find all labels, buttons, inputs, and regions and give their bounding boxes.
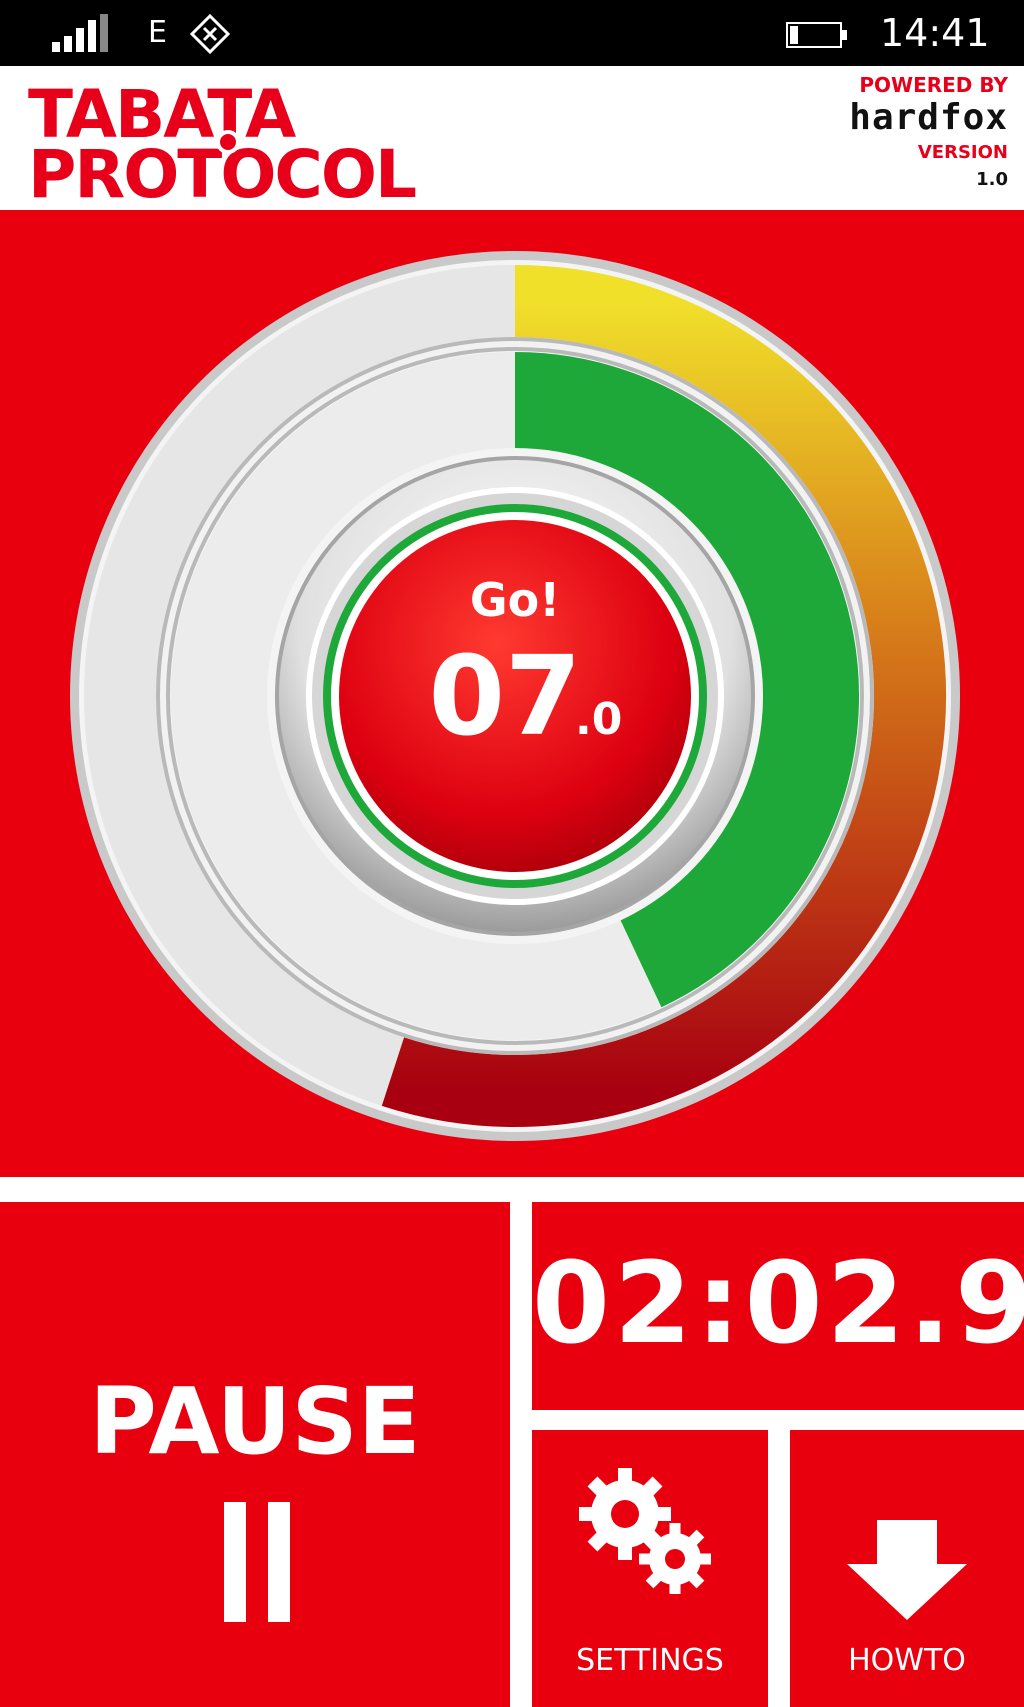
- gears-icon: [579, 1468, 711, 1594]
- version-number: 1.0: [976, 169, 1008, 190]
- status-bar: E 14:41: [0, 0, 1024, 66]
- logo-dot-icon: [216, 130, 240, 154]
- pause-label: PAUSE: [89, 1368, 421, 1475]
- interval-gauge: Go! 07 .0: [70, 251, 960, 1141]
- pause-button[interactable]: PAUSE: [0, 1202, 510, 1707]
- howto-button[interactable]: HOWTO: [790, 1430, 1024, 1707]
- app-logo: TABATA PROTOCOL: [28, 82, 418, 212]
- battery-icon: [786, 22, 847, 48]
- total-time: 02:02.9: [532, 1239, 1024, 1369]
- settings-label: SETTINGS: [576, 1643, 724, 1678]
- countdown-seconds: 07: [428, 632, 581, 760]
- powered-by-label: POWERED BY: [859, 73, 1008, 97]
- signal-strength-icon: [52, 14, 108, 52]
- total-time-display: 02:02.9: [532, 1202, 1024, 1410]
- network-type: E: [148, 15, 167, 50]
- settings-button[interactable]: SETTINGS: [532, 1430, 768, 1707]
- arrow-down-icon: [847, 1520, 967, 1620]
- clock-time: 14:41: [880, 11, 990, 55]
- data-transfer-icon: [190, 14, 230, 54]
- brand-name: hardfox: [849, 97, 1008, 138]
- interval-status: Go!: [470, 573, 560, 627]
- countdown-tenths: .0: [575, 694, 622, 745]
- howto-label: HOWTO: [848, 1643, 966, 1678]
- brand-block: POWERED BY hardfox VERSION 1.0: [849, 72, 1008, 192]
- version-label: VERSION: [917, 142, 1008, 163]
- pause-icon: [224, 1502, 290, 1622]
